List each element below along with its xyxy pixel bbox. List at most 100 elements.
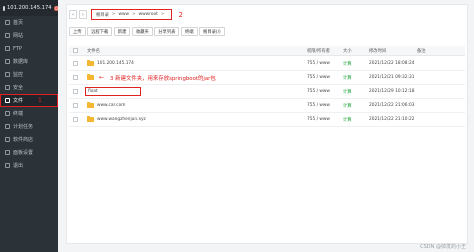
file-time: 2021/12/29 10:12:18 <box>369 89 415 94</box>
logout-icon <box>5 163 10 168</box>
sidebar: 101.200.145.174 0 首页 网站 FTP 数据库 监控 安全 文件… <box>0 0 60 252</box>
sidebar-item-terminal[interactable]: 终端 <box>0 107 58 120</box>
header-note[interactable]: 备注 <box>417 46 426 55</box>
sidebar-item-label: 软件商店 <box>13 137 34 143</box>
server-icon <box>3 5 5 11</box>
file-perm[interactable]: 755 / www <box>307 57 330 70</box>
sidebar-item-label: 退出 <box>13 163 24 169</box>
annotation-step-1: 1 <box>38 97 42 104</box>
header-perm[interactable]: 权限/所有者 <box>307 46 330 55</box>
annotation-step-2: 2 <box>178 10 183 19</box>
sidebar-item-cron[interactable]: 计划任务 <box>0 120 58 133</box>
table-row[interactable]: ← 3 新建文件夹，用来存放springboot的jar包 755 / www 计… <box>69 71 465 85</box>
table-row[interactable]: www.car.com 755 / www 计算 2021/12/22 21:0… <box>69 99 465 113</box>
remote-download-button[interactable]: 远程下载 <box>87 27 113 36</box>
file-time: 2021/12/21 09:32:31 <box>369 75 415 80</box>
ftp-icon <box>5 46 10 51</box>
folder-icon <box>87 115 94 123</box>
root-dir-button[interactable]: 根目录(/) <box>199 27 225 36</box>
clock-icon <box>5 124 10 129</box>
header-size[interactable]: 大小 <box>343 46 352 55</box>
sidebar-item-logout[interactable]: 退出 <box>0 159 58 172</box>
path-bar: ‹ › 根目录 > www > wwwroot > 2 <box>69 8 329 21</box>
sidebar-item-label: 首页 <box>13 20 24 26</box>
upload-button[interactable]: 上传 <box>69 27 86 36</box>
folder-icon <box>87 59 94 67</box>
sidebar-item-website[interactable]: 网站 <box>0 29 58 42</box>
chevron-right-icon: > <box>160 12 165 17</box>
header-name[interactable]: 文件名 <box>87 46 100 55</box>
row-checkbox[interactable] <box>73 61 78 66</box>
folder-icon <box>87 101 94 109</box>
sidebar-item-security[interactable]: 安全 <box>0 81 58 94</box>
home-icon <box>5 20 10 25</box>
arrow-right-icon: › <box>82 11 84 18</box>
file-name[interactable]: www.car.com <box>97 103 125 108</box>
sidebar-item-monitor[interactable]: 监控 <box>0 68 58 81</box>
file-perm[interactable]: 755 / www <box>307 99 330 112</box>
server-ip: 101.200.145.174 <box>7 5 52 11</box>
breadcrumb[interactable]: 根目录 > www > wwwroot > <box>91 9 173 20</box>
sidebar-item-label: 网站 <box>13 33 24 39</box>
sidebar-item-files[interactable]: 文件 1 <box>0 94 58 107</box>
row-checkbox[interactable] <box>73 75 78 80</box>
main-area: ‹ › 根目录 > www > wwwroot > 2 上传 远程下载 新建 收… <box>58 0 474 252</box>
share-list-button[interactable]: 分享列表 <box>154 27 180 36</box>
sidebar-item-label: 文件 <box>13 98 24 104</box>
file-time: 2021/12/22 18:08:24 <box>369 61 415 66</box>
chevron-right-icon: > <box>111 12 116 17</box>
file-name[interactable]: www.wangzhenjun.xyz <box>97 117 146 122</box>
sidebar-item-label: 面板设置 <box>13 150 34 156</box>
terminal-icon <box>5 111 10 116</box>
folder-icon <box>5 98 10 103</box>
sidebar-item-label: 计划任务 <box>13 124 34 130</box>
file-name[interactable]: 101.200.145.174 <box>97 61 134 66</box>
terminal-button[interactable]: 终端 <box>180 27 198 36</box>
sidebar-item-label: 安全 <box>13 85 24 91</box>
sidebar-item-label: 监控 <box>13 72 24 78</box>
file-name[interactable]: float <box>88 89 98 94</box>
sidebar-item-home[interactable]: 首页 <box>0 16 58 29</box>
forward-button[interactable]: › <box>79 10 87 19</box>
sidebar-item-store[interactable]: 软件商店 <box>0 133 58 146</box>
chevron-right-icon: > <box>132 12 136 17</box>
select-all-checkbox[interactable] <box>73 48 78 53</box>
row-checkbox[interactable] <box>73 89 78 94</box>
server-header[interactable]: 101.200.145.174 0 <box>0 0 60 16</box>
row-checkbox[interactable] <box>73 117 78 122</box>
file-perm[interactable]: 755 / www <box>307 71 330 84</box>
new-folder-highlight: float <box>85 87 141 96</box>
gear-icon <box>5 150 10 155</box>
breadcrumb-root[interactable]: 根目录 <box>96 12 109 18</box>
monitor-icon <box>5 72 10 77</box>
sidebar-item-label: 终端 <box>13 111 24 117</box>
file-size[interactable]: 计算 <box>343 85 352 98</box>
sidebar-item-settings[interactable]: 面板设置 <box>0 146 58 159</box>
sidebar-item-database[interactable]: 数据库 <box>0 55 58 68</box>
file-size[interactable]: 计算 <box>343 113 352 126</box>
row-checkbox[interactable] <box>73 103 78 108</box>
folder-icon <box>87 73 94 81</box>
sidebar-item-ftp[interactable]: FTP <box>0 42 58 55</box>
file-manager-panel: ‹ › 根目录 > www > wwwroot > 2 上传 远程下载 新建 收… <box>66 4 468 244</box>
sidebar-item-label: 数据库 <box>13 59 29 65</box>
table-row[interactable]: 101.200.145.174 755 / www 计算 2021/12/22 … <box>69 57 465 71</box>
file-perm[interactable]: 755 / www <box>307 85 330 98</box>
breadcrumb-www[interactable]: www <box>119 12 130 17</box>
table-row[interactable]: float 755 / www 计算 2021/12/29 10:12:18 <box>69 85 465 99</box>
file-size[interactable]: 计算 <box>343 71 352 84</box>
file-perm[interactable]: 755 / www <box>307 113 330 126</box>
toolbar: 上传 远程下载 新建 收藏夹 分享列表 终端 根目录(/) <box>69 27 226 36</box>
file-size[interactable]: 计算 <box>343 57 352 70</box>
new-button[interactable]: 新建 <box>113 27 131 36</box>
header-time[interactable]: 修改时间 <box>369 46 386 55</box>
file-time: 2021/12/22 21:10:22 <box>369 117 415 122</box>
file-size[interactable]: 计算 <box>343 99 352 112</box>
table-row[interactable]: www.wangzhenjun.xyz 755 / www 计算 2021/12… <box>69 113 465 127</box>
back-button[interactable]: ‹ <box>69 10 77 19</box>
annotation-step-3: 3 新建文件夹，用来存放springboot的jar包 <box>110 75 216 82</box>
favorites-button[interactable]: 收藏夹 <box>131 27 153 36</box>
file-time: 2021/12/22 21:06:03 <box>369 103 415 108</box>
globe-icon <box>5 33 10 38</box>
breadcrumb-wwwroot[interactable]: wwwroot <box>139 12 158 17</box>
